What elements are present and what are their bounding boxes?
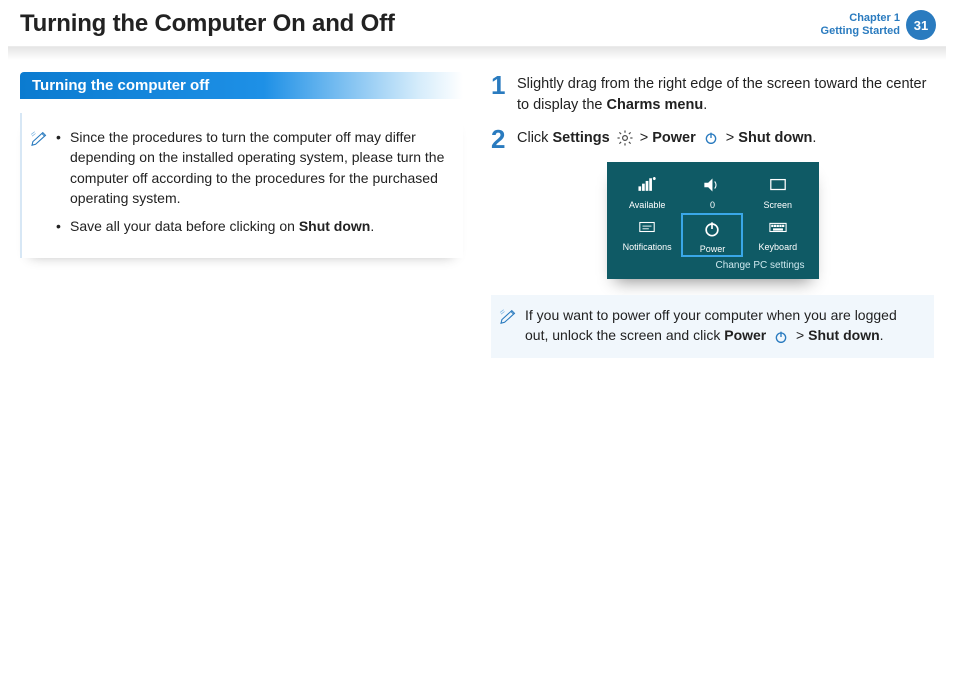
- chapter-line2: Getting Started: [821, 25, 900, 38]
- note-box: Since the procedures to turn the compute…: [20, 113, 463, 258]
- content-columns: Turning the computer off Since the proce…: [0, 72, 954, 358]
- step-2g: .: [812, 130, 816, 146]
- note-list: Since the procedures to turn the compute…: [56, 127, 449, 244]
- charms-row-2: Notifications Power Keyboard: [615, 214, 811, 256]
- charms-notifications[interactable]: Notifications: [617, 214, 677, 256]
- svg-text:*: *: [653, 177, 655, 183]
- note-item-2: Save all your data before clicking on Sh…: [56, 216, 449, 236]
- chapter-block: Chapter 1 Getting Started 31: [821, 10, 936, 40]
- step-1b: Charms menu: [606, 97, 703, 113]
- power-icon: [700, 129, 722, 147]
- chapter-line1: Chapter 1: [821, 12, 900, 25]
- note-item-1-text: Since the procedures to turn the compute…: [70, 129, 444, 206]
- tip-power-icon: [770, 328, 792, 346]
- note-icon: [30, 127, 56, 244]
- page-number-badge: 31: [906, 10, 936, 40]
- charms-panel: * Available 0 Screen: [607, 162, 819, 279]
- speaker-icon: [682, 172, 742, 198]
- step-2f: Shut down: [738, 130, 812, 146]
- right-column: 1 Slightly drag from the right edge of t…: [491, 72, 934, 358]
- left-column: Turning the computer off Since the proce…: [20, 72, 463, 358]
- charms-row-1: * Available 0 Screen: [615, 172, 811, 210]
- change-pc-settings[interactable]: Change PC settings: [615, 260, 811, 273]
- step-1c: .: [703, 97, 707, 113]
- tip-box: If you want to power off your computer w…: [491, 295, 934, 358]
- step-2c: >: [640, 130, 653, 146]
- tip-d: Shut down: [808, 327, 880, 343]
- tip-c: >: [796, 327, 808, 343]
- step-2b: Settings: [552, 130, 609, 146]
- charms-power[interactable]: Power: [682, 214, 742, 256]
- step-2a: Click: [517, 130, 552, 146]
- page-title: Turning the Computer On and Off: [20, 10, 395, 38]
- charms-keyboard[interactable]: Keyboard: [748, 214, 808, 256]
- charms-screen[interactable]: Screen: [748, 172, 808, 210]
- tip-b: Power: [724, 327, 766, 343]
- charms-power-label: Power: [682, 244, 742, 254]
- charms-notifications-label: Notifications: [617, 242, 677, 252]
- step-2e: >: [726, 130, 739, 146]
- charms-volume-label: 0: [682, 200, 742, 210]
- tip-body: If you want to power off your computer w…: [525, 305, 922, 346]
- screen-icon: [748, 172, 808, 198]
- charms-volume[interactable]: 0: [682, 172, 742, 210]
- note-item-1: Since the procedures to turn the compute…: [56, 127, 449, 208]
- charms-keyboard-label: Keyboard: [748, 242, 808, 252]
- chapter-text: Chapter 1 Getting Started: [821, 12, 900, 38]
- step-1-body: Slightly drag from the right edge of the…: [517, 72, 934, 116]
- charms-available-label: Available: [617, 200, 677, 210]
- section-tab: Turning the computer off: [20, 72, 463, 99]
- wifi-bars-icon: *: [617, 172, 677, 198]
- tip-e: .: [880, 327, 884, 343]
- charms-screen-label: Screen: [748, 200, 808, 210]
- step-2-number: 2: [491, 126, 517, 152]
- keyboard-icon: [748, 214, 808, 240]
- step-2: 2 Click Settings > Power > Shut down.: [491, 126, 934, 152]
- step-2-body: Click Settings > Power > Shut down.: [517, 126, 816, 152]
- settings-gear-icon: [614, 129, 636, 147]
- note-item-2b: Shut down: [299, 218, 371, 234]
- page-header: Turning the Computer On and Off Chapter …: [0, 0, 954, 46]
- tip-note-icon: [499, 305, 525, 346]
- charms-power-icon: [682, 216, 742, 242]
- step-1-number: 1: [491, 72, 517, 116]
- charms-available[interactable]: * Available: [617, 172, 677, 210]
- notifications-icon: [617, 214, 677, 240]
- note-item-2c: .: [370, 218, 374, 234]
- note-item-2a: Save all your data before clicking on: [70, 218, 299, 234]
- step-1a: Slightly drag from the right edge of the…: [517, 76, 926, 113]
- header-divider: [8, 46, 946, 66]
- step-2d: Power: [652, 130, 696, 146]
- step-1: 1 Slightly drag from the right edge of t…: [491, 72, 934, 116]
